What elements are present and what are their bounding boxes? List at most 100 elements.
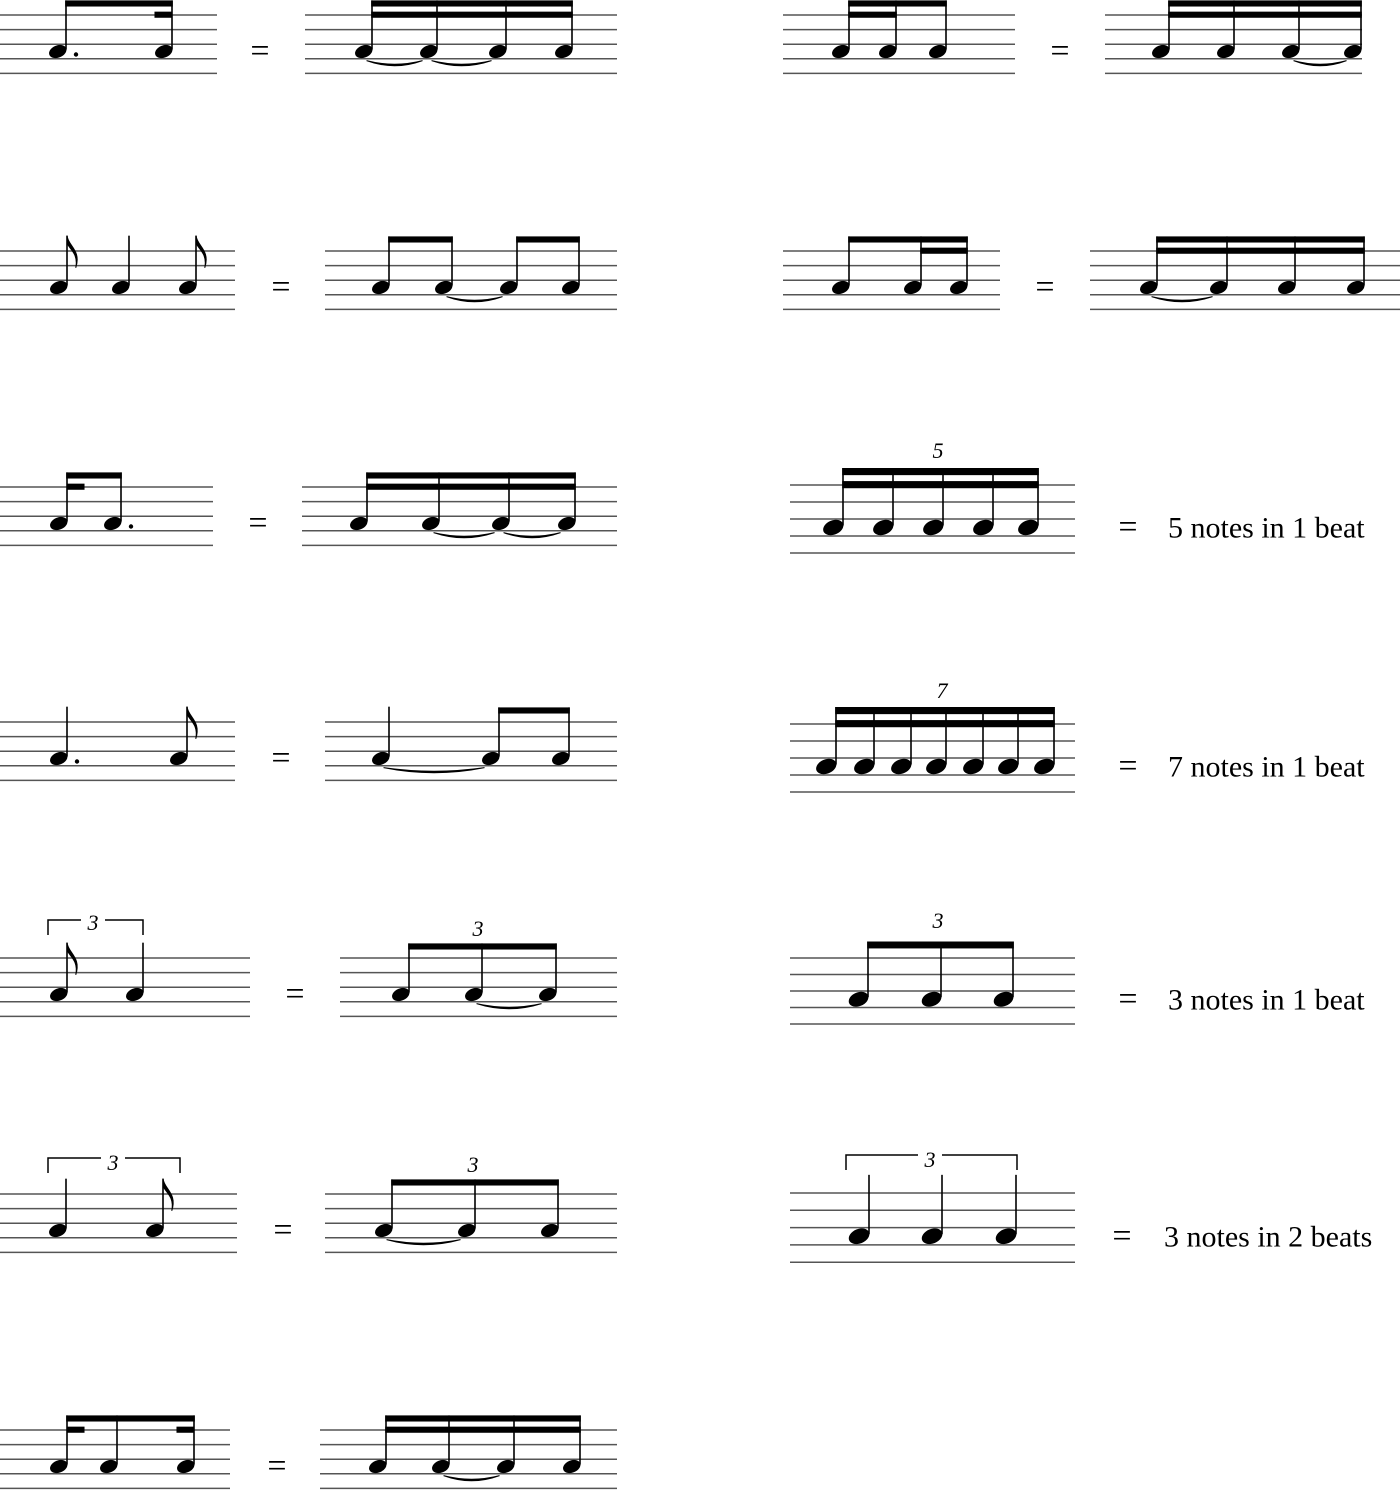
notehead — [973, 519, 994, 536]
augmentation-dot — [74, 759, 80, 764]
note — [422, 472, 440, 531]
secondary-beam — [920, 247, 968, 254]
staff — [325, 1193, 617, 1254]
staff — [0, 486, 213, 547]
rhythm-original — [0, 706, 235, 782]
caption: 5 notes in 1 beat — [1168, 512, 1365, 545]
note — [500, 236, 518, 295]
notehead — [854, 758, 875, 775]
partial-beam — [154, 11, 172, 18]
notehead — [923, 519, 944, 536]
staff — [790, 957, 1075, 1025]
tie — [476, 1003, 542, 1010]
equals-sign: = — [1118, 509, 1137, 546]
note — [832, 0, 850, 59]
note — [891, 707, 912, 775]
note — [420, 0, 438, 59]
tuplet-number: 3 — [924, 1147, 936, 1172]
note — [1034, 707, 1055, 775]
primary-beam — [66, 472, 122, 479]
staff — [783, 14, 1015, 75]
primary-beam — [848, 0, 947, 7]
equals-sign: = — [285, 976, 304, 1013]
note — [465, 943, 483, 1002]
example-r7-left: = — [0, 1415, 617, 1490]
equals-sign: = — [273, 1212, 292, 1249]
staff — [790, 1192, 1075, 1263]
note — [50, 1415, 68, 1474]
note — [541, 1179, 559, 1238]
rhythm-equivalent — [1105, 0, 1362, 75]
augmentation-dot — [128, 524, 134, 529]
example-r4-left: = — [0, 706, 617, 782]
rhythm-equivalence-sheet: = = = = = 5 = 5 notes in 1 beat = 7 = 7 notes in 1 … — [0, 0, 1400, 1490]
staff — [790, 484, 1075, 554]
example-r5-left: 3 = 3 — [0, 910, 617, 1018]
caption: 3 notes in 1 beat — [1168, 983, 1365, 1016]
tuplet-number: 3 — [932, 908, 944, 933]
notehead — [816, 758, 837, 775]
tuplet-number: 3 — [467, 1152, 479, 1177]
notehead — [1034, 758, 1055, 775]
note — [100, 1415, 118, 1474]
staff — [325, 721, 617, 782]
staff — [0, 1193, 237, 1254]
notehead — [995, 1228, 1017, 1245]
secondary-beam — [366, 483, 576, 490]
secondary-beam — [848, 11, 897, 18]
equals-sign: = — [250, 33, 269, 70]
equals-sign: = — [271, 269, 290, 306]
note — [816, 707, 837, 775]
rhythm-equivalent: 3 — [325, 1152, 617, 1254]
note — [369, 1415, 387, 1474]
equals-sign: = — [1050, 33, 1069, 70]
caption: 3 notes in 2 beats — [1164, 1220, 1372, 1253]
note — [558, 472, 576, 531]
note — [492, 472, 510, 531]
tie — [431, 60, 492, 67]
note — [993, 941, 1014, 1007]
example-r5-right: 3 = 3 notes in 1 beat — [790, 908, 1365, 1025]
note — [372, 236, 390, 295]
staff — [0, 250, 235, 311]
staff — [340, 957, 617, 1018]
secondary-beam — [371, 11, 573, 18]
note — [482, 707, 500, 766]
partial-beam — [176, 1426, 194, 1433]
rhythm-equivalent — [305, 0, 617, 75]
tie — [366, 60, 423, 67]
note — [489, 0, 507, 59]
tie — [443, 1475, 500, 1482]
tuplet-number: 7 — [937, 678, 949, 703]
equals-sign: = — [248, 505, 267, 542]
partial-beam — [67, 1426, 85, 1433]
notehead — [963, 758, 984, 775]
note — [848, 941, 869, 1007]
primary-beam — [842, 468, 1039, 476]
note — [926, 707, 947, 775]
note — [1282, 0, 1300, 59]
rhythm-equivalent — [320, 1415, 617, 1490]
primary-beam — [835, 707, 1055, 715]
primary-beam — [65, 0, 173, 7]
notehead — [891, 758, 912, 775]
rhythm-original: 7 — [790, 678, 1075, 793]
note — [854, 707, 875, 775]
note — [458, 1179, 476, 1238]
tuplet-number: 3 — [472, 916, 484, 941]
rhythm-original — [0, 1415, 230, 1490]
primary-beam — [498, 707, 570, 714]
example-r2-right: = — [783, 236, 1400, 311]
note — [552, 707, 570, 766]
note — [879, 0, 897, 59]
primary-beam — [1156, 236, 1365, 243]
note — [1347, 236, 1365, 295]
tie — [503, 532, 561, 539]
notehead — [998, 758, 1019, 775]
equals-sign: = — [271, 740, 290, 777]
primary-beam — [516, 236, 580, 243]
example-r3-right: 5 = 5 notes in 1 beat — [790, 438, 1365, 554]
rhythm-equivalent: 3 — [340, 916, 617, 1018]
staff — [0, 957, 250, 1018]
note — [921, 941, 942, 1007]
